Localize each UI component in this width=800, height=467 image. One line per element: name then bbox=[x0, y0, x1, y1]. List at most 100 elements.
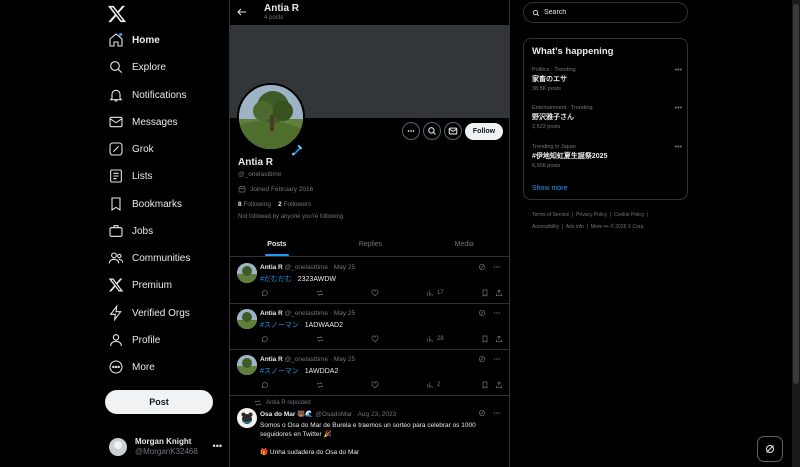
like-button[interactable] bbox=[371, 335, 379, 343]
view-count: 28 bbox=[437, 336, 444, 342]
cookie-link[interactable]: Cookie Policy bbox=[614, 212, 644, 218]
post-author[interactable]: Antia R bbox=[260, 356, 283, 363]
nav-home[interactable]: Home bbox=[108, 29, 160, 51]
views-button[interactable]: 28 bbox=[426, 335, 444, 343]
nav-notifications[interactable]: Notifications bbox=[108, 84, 186, 106]
post-avatar[interactable] bbox=[237, 408, 257, 428]
followers-link[interactable]: 2 Followers bbox=[278, 201, 311, 208]
repost-item[interactable]: Antia R reposted Osa do Mar 🐻🌊 @OsadoMar… bbox=[230, 396, 509, 467]
more-dots-icon[interactable] bbox=[493, 355, 501, 363]
message-button[interactable] bbox=[444, 122, 462, 140]
more-options-button[interactable] bbox=[402, 122, 420, 140]
hashtag-link[interactable]: #スノーマン bbox=[260, 322, 299, 329]
reply-button[interactable] bbox=[261, 289, 269, 297]
post-avatar[interactable] bbox=[237, 355, 257, 375]
like-button[interactable] bbox=[371, 381, 379, 389]
profile-avatar[interactable] bbox=[237, 83, 305, 151]
bookmark-button[interactable] bbox=[481, 289, 489, 297]
more-link[interactable]: More bbox=[591, 224, 602, 230]
follow-button[interactable]: Follow bbox=[465, 123, 503, 140]
briefcase-icon bbox=[109, 225, 123, 237]
repost-label[interactable]: Antia R reposted bbox=[266, 400, 311, 406]
tab-media[interactable]: Media bbox=[417, 232, 509, 256]
reply-button[interactable] bbox=[261, 381, 269, 389]
x-logo-icon[interactable] bbox=[107, 4, 127, 24]
grok-icon[interactable] bbox=[478, 263, 486, 271]
repost-button[interactable] bbox=[316, 335, 324, 343]
nav-communities[interactable]: Communities bbox=[108, 247, 190, 269]
views-button[interactable]: 17 bbox=[426, 289, 444, 297]
nav-jobs[interactable]: Jobs bbox=[108, 220, 153, 242]
hashtag-link[interactable]: #だむだむ bbox=[260, 276, 292, 283]
more-dots-icon[interactable] bbox=[493, 409, 501, 417]
post-meta[interactable]: @_onelasttime · May 25 bbox=[285, 356, 356, 363]
more-dots-icon[interactable]: ••• bbox=[675, 67, 682, 74]
post-author[interactable]: Antia R bbox=[260, 310, 283, 317]
back-arrow-icon[interactable] bbox=[236, 6, 248, 18]
post-author[interactable]: Antia R bbox=[260, 264, 283, 271]
nav-grok[interactable]: Grok bbox=[108, 138, 154, 160]
post-meta[interactable]: @_onelasttime · May 25 bbox=[285, 264, 356, 271]
nav-premium[interactable]: Premium bbox=[108, 274, 172, 296]
nav-label: Premium bbox=[132, 279, 173, 291]
post-meta[interactable]: @OsadoMar · Aug 23, 2023 bbox=[315, 411, 396, 418]
post-author[interactable]: Osa do Mar bbox=[260, 411, 295, 418]
nav-explore[interactable]: Explore bbox=[108, 56, 166, 78]
post-item[interactable]: Antia R @_onelasttime · May 25 #スノーマン 1A… bbox=[230, 350, 509, 396]
search-bar[interactable] bbox=[523, 2, 688, 23]
post-item[interactable]: Antia R @_onelasttime · May 25 #スノーマン 1A… bbox=[230, 304, 509, 350]
search-profile-button[interactable] bbox=[423, 122, 441, 140]
following-link[interactable]: 8 Following bbox=[238, 201, 271, 208]
privacy-link[interactable]: Privacy Policy bbox=[576, 212, 607, 218]
share-button[interactable] bbox=[495, 335, 503, 343]
more-dots-icon[interactable]: ••• bbox=[675, 144, 682, 151]
nav-verified-orgs[interactable]: Verified Orgs bbox=[108, 302, 190, 324]
nav-profile[interactable]: Profile bbox=[108, 329, 160, 351]
followed-by-note: Not followed by anyone you're following bbox=[238, 214, 344, 220]
grok-icon[interactable] bbox=[478, 409, 486, 417]
nav-bookmarks[interactable]: Bookmarks bbox=[108, 193, 182, 215]
like-button[interactable] bbox=[371, 289, 379, 297]
bear-logo-icon bbox=[241, 412, 253, 424]
more-dots-icon[interactable] bbox=[493, 263, 501, 271]
bookmark-button[interactable] bbox=[481, 335, 489, 343]
show-more-link[interactable]: Show more bbox=[532, 185, 567, 192]
search-icon bbox=[428, 127, 436, 135]
tab-replies[interactable]: Replies bbox=[324, 232, 418, 256]
repost-button[interactable] bbox=[316, 289, 324, 297]
repost-button[interactable] bbox=[316, 381, 324, 389]
post-avatar[interactable] bbox=[237, 309, 257, 329]
more-dots-icon[interactable]: ••• bbox=[675, 105, 682, 112]
account-switcher[interactable]: Morgan Knight @MorganK32468 ••• bbox=[109, 433, 224, 461]
post-button[interactable]: Post bbox=[105, 390, 213, 414]
terms-link[interactable]: Terms of Service bbox=[532, 212, 569, 218]
bookmark-button[interactable] bbox=[481, 381, 489, 389]
share-button[interactable] bbox=[495, 381, 503, 389]
grok-icon[interactable] bbox=[478, 309, 486, 317]
nav-more[interactable]: More bbox=[108, 356, 155, 378]
scrollbar[interactable] bbox=[792, 0, 800, 467]
post-item[interactable]: Antia R @_onelasttime · May 25 #だむだむ 232… bbox=[230, 258, 509, 304]
scrollbar-thumb[interactable] bbox=[793, 4, 799, 384]
ads-link[interactable]: Ads info bbox=[566, 224, 584, 230]
trend-item[interactable]: Trending in Japan #伊地知虹夏生誕祭2025 6,606 po… bbox=[532, 144, 682, 174]
nav-messages[interactable]: Messages bbox=[108, 111, 178, 133]
share-button[interactable] bbox=[495, 289, 503, 297]
header-post-count: 4 posts bbox=[264, 15, 284, 21]
grok-icon[interactable] bbox=[478, 355, 486, 363]
trend-item[interactable]: Entertainment · Trending 野沢雅子さん 2,522 po… bbox=[532, 105, 682, 135]
grok-chat-button[interactable] bbox=[757, 436, 783, 462]
search-input[interactable] bbox=[544, 9, 674, 16]
more-dots-icon[interactable] bbox=[493, 309, 501, 317]
trend-category: Politics · Trending bbox=[532, 67, 576, 73]
post-avatar[interactable] bbox=[237, 263, 257, 283]
accessibility-link[interactable]: Accessibility bbox=[532, 224, 559, 230]
views-button[interactable]: 2 bbox=[426, 381, 440, 389]
trend-item[interactable]: Politics · Trending 家畜のエサ 38.5K posts ••… bbox=[532, 67, 682, 97]
post-meta[interactable]: @_onelasttime · May 25 bbox=[285, 310, 356, 317]
tab-posts[interactable]: Posts bbox=[230, 232, 324, 256]
reply-button[interactable] bbox=[261, 335, 269, 343]
verified-badge-icon[interactable] bbox=[290, 143, 304, 157]
nav-lists[interactable]: Lists bbox=[108, 165, 153, 187]
hashtag-link[interactable]: #スノーマン bbox=[260, 368, 299, 375]
